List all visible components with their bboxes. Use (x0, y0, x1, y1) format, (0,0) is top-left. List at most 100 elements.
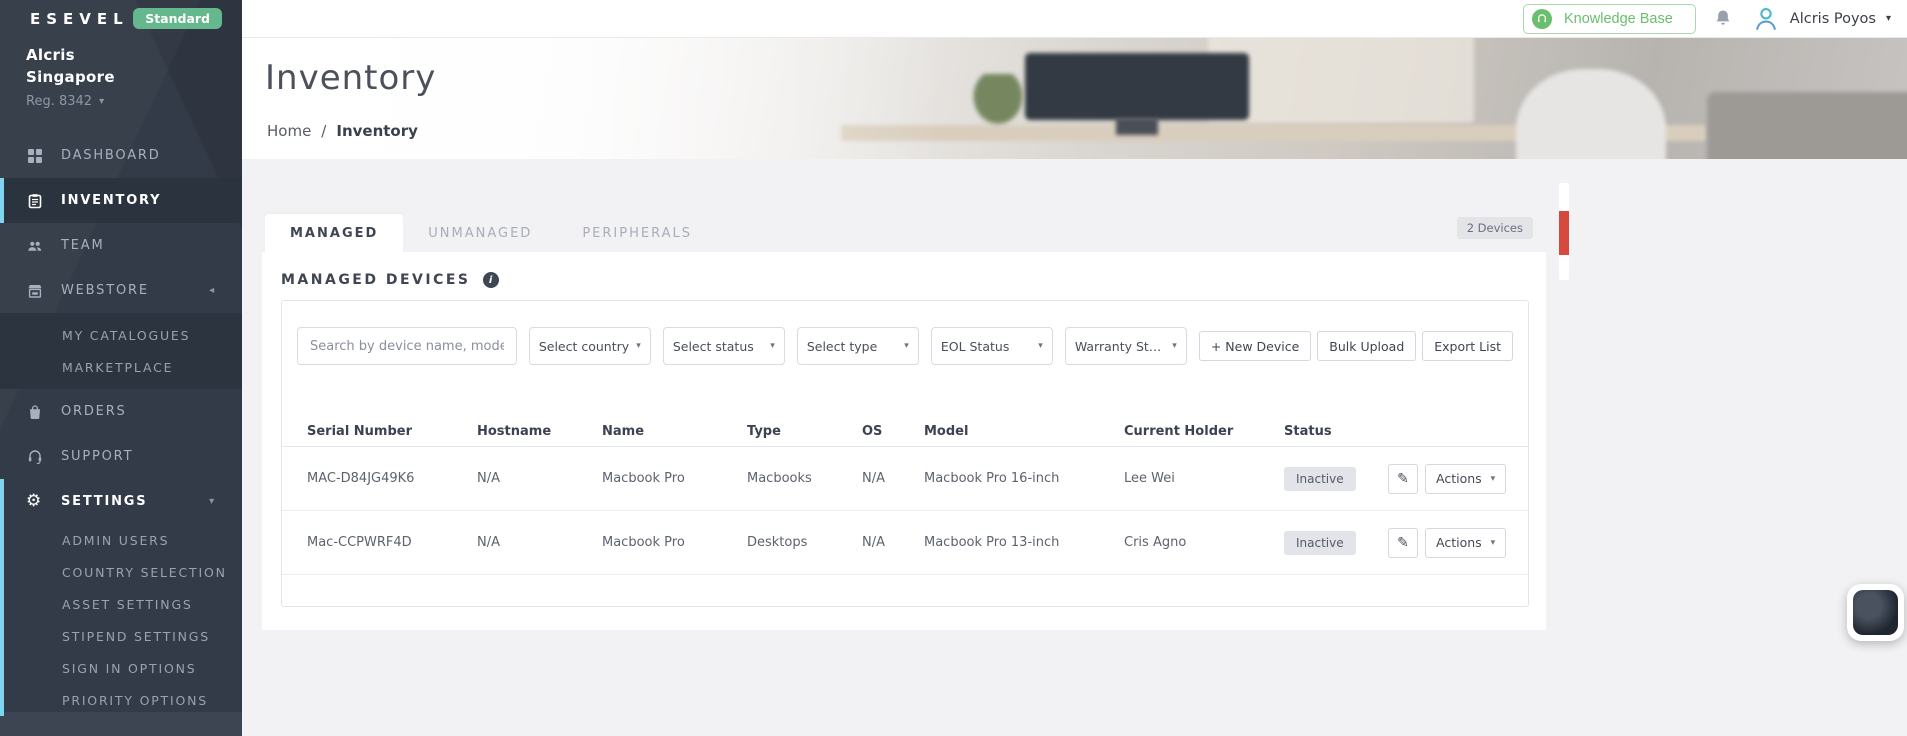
search-input[interactable] (297, 327, 517, 365)
country-filter-select[interactable]: Select country ▾ (528, 327, 651, 365)
sidebar-item-settings[interactable]: ⚙ SETTINGS ▾ (0, 479, 242, 524)
status-badge: Inactive (1284, 466, 1356, 491)
actions-label: Actions (1436, 535, 1482, 550)
select-value: Select country (538, 338, 630, 354)
sidebar-item-webstore[interactable]: WEBSTORE ◂ (0, 268, 242, 313)
chevron-down-icon: ▾ (1490, 473, 1496, 484)
actions-label: Actions (1436, 471, 1482, 486)
team-icon (26, 237, 43, 254)
sub-item-label: SIGN IN OPTIONS (62, 660, 197, 676)
company-registration-switcher[interactable]: Reg. 8342 ▾ (26, 94, 222, 109)
sidebar-item-asset-settings[interactable]: ASSET SETTINGS (0, 588, 242, 620)
sidebar-item-country-selection[interactable]: COUNTRY SELECTION (0, 556, 242, 588)
tab-peripherals[interactable]: PERIPHERALS (557, 214, 717, 252)
column-header-status: Status (1284, 424, 1332, 439)
page-banner: Inventory Home / Inventory (242, 38, 1907, 159)
sidebar-item-label: SUPPORT (61, 449, 134, 464)
sidebar-item-stipend-settings[interactable]: STIPEND SETTINGS (0, 620, 242, 652)
bulk-upload-button[interactable]: Bulk Upload (1317, 331, 1417, 361)
chevron-down-icon: ▾ (770, 341, 775, 351)
cell-name: Macbook Pro (602, 535, 685, 550)
user-name: Alcris Poyos (1789, 10, 1876, 27)
sidebar-item-dashboard[interactable]: DASHBOARD (0, 133, 242, 178)
sidebar-footer (0, 712, 242, 736)
sidebar: ESEVEL Standard Alcris Singapore Reg. 83… (0, 0, 242, 736)
cell-name: Macbook Pro (602, 471, 685, 486)
sidebar-item-admin-users[interactable]: ADMIN USERS (0, 524, 242, 556)
scrollbar-marker[interactable] (1559, 183, 1569, 280)
section-title: MANAGED DEVICES (281, 272, 471, 288)
chat-widget-avatar (1853, 590, 1898, 635)
sidebar-header: ESEVEL Standard (0, 0, 242, 29)
inventory-icon (26, 192, 43, 209)
cell-model: Macbook Pro 16-inch (924, 471, 1060, 486)
sidebar-item-label: TEAM (61, 238, 105, 253)
sidebar-item-sign-in-options[interactable]: SIGN IN OPTIONS (0, 652, 242, 684)
cell-holder: Lee Wei (1124, 471, 1175, 486)
notifications-bell-icon[interactable] (1714, 9, 1734, 29)
column-header-name: Name (602, 424, 645, 439)
column-header-holder: Current Holder (1124, 424, 1234, 439)
breadcrumb-home-link[interactable]: Home (267, 122, 311, 140)
cell-hostname: N/A (477, 471, 500, 486)
headset-icon (1531, 8, 1552, 29)
sub-item-label: PRIORITY OPTIONS (62, 692, 208, 708)
status-badge: Inactive (1284, 530, 1356, 555)
top-bar: Knowledge Base Alcris Poyos ▾ (242, 0, 1907, 38)
sub-item-label: ADMIN USERS (62, 532, 170, 548)
sidebar-item-my-catalogues[interactable]: MY CATALOGUES (0, 319, 242, 351)
sub-item-label: MARKETPLACE (62, 359, 174, 375)
sidebar-item-label: ORDERS (61, 404, 127, 419)
select-value: Select type (806, 338, 878, 354)
tab-unmanaged[interactable]: UNMANAGED (403, 214, 557, 252)
info-icon[interactable]: i (482, 272, 499, 288)
column-header-hostname: Hostname (477, 424, 552, 439)
new-device-button[interactable]: + New Device (1198, 331, 1312, 361)
devices-card: Select country ▾ Select status ▾ Select … (281, 300, 1529, 607)
type-filter-select[interactable]: Select type ▾ (796, 327, 919, 365)
pencil-icon: ✎ (1397, 470, 1409, 486)
breadcrumb-current: Inventory (336, 122, 418, 140)
edit-device-button[interactable]: ✎ (1388, 527, 1418, 558)
row-actions-dropdown-button[interactable]: Actions ▾ (1425, 463, 1507, 494)
knowledge-base-button[interactable]: Knowledge Base (1522, 3, 1696, 34)
user-menu[interactable]: Alcris Poyos ▾ (1752, 5, 1891, 33)
chevron-down-icon: ▾ (1885, 13, 1891, 24)
company-registration: Reg. 8342 (26, 93, 93, 109)
table-action-buttons: + New Device Bulk Upload Export List (1198, 331, 1513, 361)
chevron-down-icon: ▾ (209, 496, 216, 507)
sidebar-item-orders[interactable]: ORDERS (0, 389, 242, 434)
eol-status-filter-select[interactable]: EOL Status ▾ (930, 327, 1053, 365)
plan-badge: Standard (133, 8, 222, 29)
sub-item-label: COUNTRY SELECTION (62, 564, 227, 580)
sidebar-item-label: SETTINGS (61, 494, 148, 509)
sidebar-item-label: WEBSTORE (61, 283, 149, 298)
select-value: EOL Status (940, 338, 1010, 354)
knowledge-base-label: Knowledge Base (1563, 10, 1673, 27)
status-filter-select[interactable]: Select status ▾ (662, 327, 785, 365)
chevron-down-icon: ▾ (1172, 341, 1177, 351)
sidebar-item-team[interactable]: TEAM (0, 223, 242, 268)
select-value: Warranty Status (1074, 338, 1169, 354)
orders-icon (26, 403, 43, 420)
gear-icon: ⚙ (25, 491, 44, 511)
cell-serial: MAC-D84JG49K6 (307, 471, 415, 486)
cell-type: Desktops (747, 535, 808, 550)
company-name: Alcris Singapore (26, 46, 115, 86)
row-actions-dropdown-button[interactable]: Actions ▾ (1425, 527, 1507, 558)
sidebar-item-inventory[interactable]: INVENTORY (0, 178, 242, 223)
cell-hostname: N/A (477, 535, 500, 550)
section-title-row: MANAGED DEVICES i (262, 252, 1546, 288)
cell-type: Macbooks (747, 471, 812, 486)
sidebar-item-support[interactable]: SUPPORT (0, 434, 242, 479)
chevron-down-icon: ▾ (1038, 341, 1043, 351)
edit-device-button[interactable]: ✎ (1388, 463, 1418, 494)
warranty-status-filter-select[interactable]: Warranty Status ▾ (1064, 327, 1187, 365)
dashboard-icon (26, 147, 43, 164)
sidebar-item-marketplace[interactable]: MARKETPLACE (0, 351, 242, 383)
table-header-row: Serial Number Hostname Name Type OS Mode… (282, 417, 1528, 447)
export-list-button[interactable]: Export List (1422, 331, 1513, 361)
tab-managed[interactable]: MANAGED (265, 214, 404, 252)
chat-widget-button[interactable] (1847, 584, 1904, 641)
row-actions: ✎ Actions ▾ (1388, 463, 1507, 494)
